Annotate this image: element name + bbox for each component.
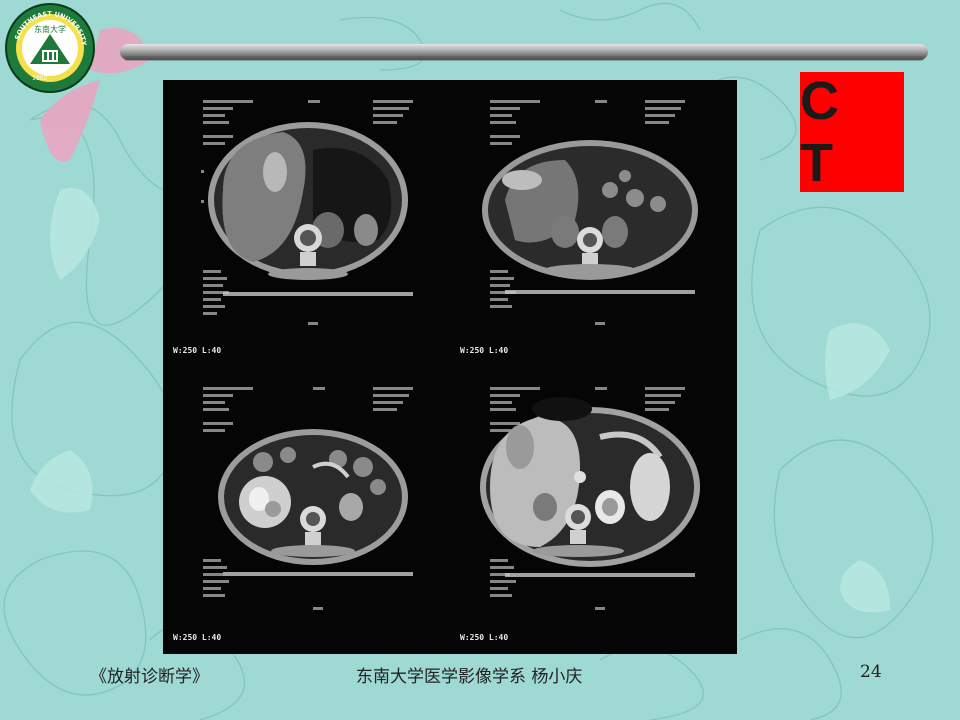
ct-scan-panel: W:250 L:40 W:250 L:40 W:250 L:40 W:250 L… bbox=[163, 80, 737, 654]
ct-scan-4: W:250 L:40 bbox=[450, 367, 737, 654]
ct-scan-2: W:250 L:40 bbox=[450, 80, 737, 367]
window-level-text: W:250 L:40 bbox=[173, 346, 222, 355]
window-level-text: W:250 L:40 bbox=[460, 633, 509, 642]
window-level-text: W:250 L:40 bbox=[460, 346, 509, 355]
logo-year: 1902 bbox=[32, 75, 47, 82]
footer-course-title: 《放射诊断学》 bbox=[90, 667, 209, 687]
window-level-text: W:250 L:40 bbox=[173, 633, 222, 642]
ct-title-box: C T bbox=[800, 71, 904, 193]
ct-title-label: C T bbox=[800, 71, 845, 193]
university-logo: 东南大学 1902 SOUTHEAST UNIVERSITY bbox=[5, 3, 95, 93]
ct-scan-3: W:250 L:40 bbox=[163, 367, 450, 654]
header-bar bbox=[120, 44, 928, 61]
ct-scan-1: W:250 L:40 bbox=[163, 80, 450, 367]
page-number: 24 bbox=[860, 662, 882, 682]
footer-department: 东南大学医学影像学系 杨小庆 bbox=[356, 667, 583, 687]
logo-inner-text: 东南大学 bbox=[34, 24, 66, 34]
